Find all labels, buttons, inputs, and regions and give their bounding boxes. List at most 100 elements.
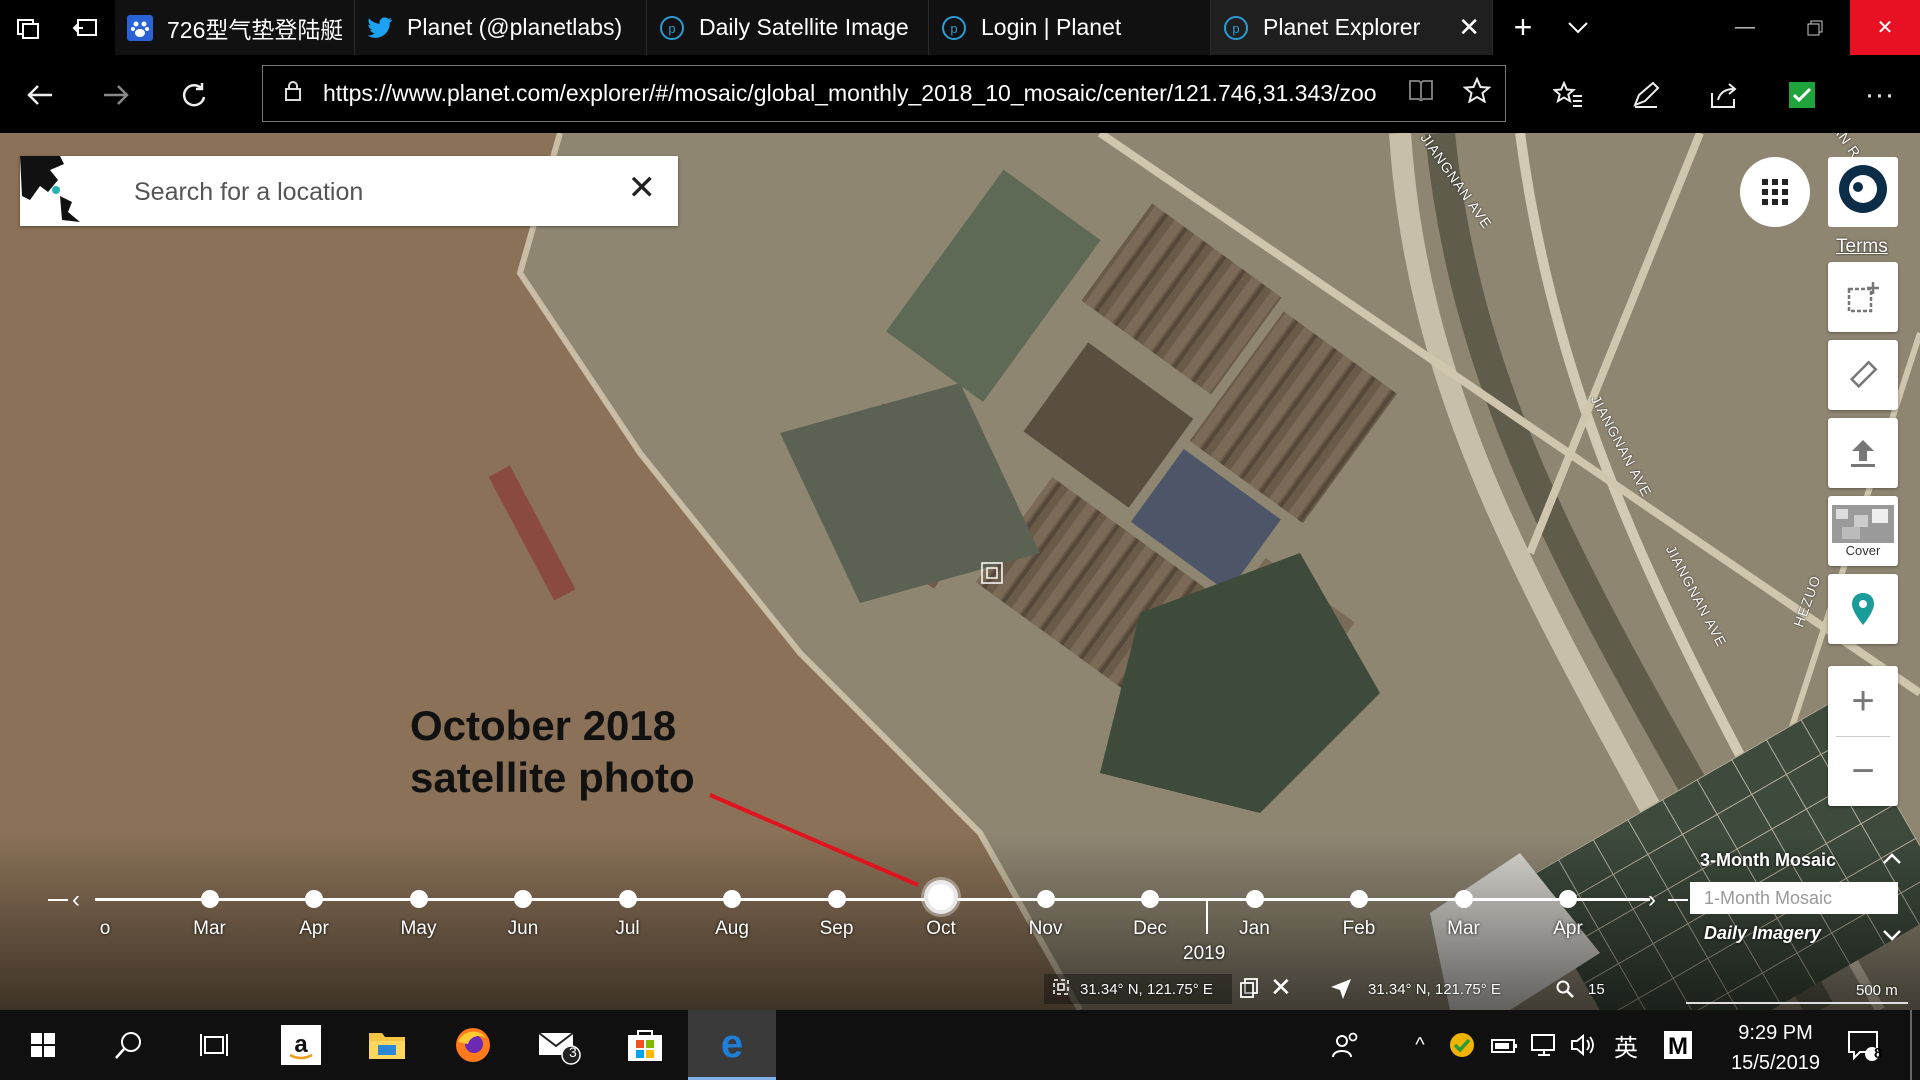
timeline-month-dot[interactable] bbox=[305, 890, 323, 908]
mail-icon[interactable]: 3 bbox=[516, 1010, 602, 1080]
search-icon[interactable] bbox=[86, 1010, 172, 1080]
daily-imagery-option[interactable]: Daily Imagery bbox=[1704, 923, 1821, 944]
add-area-button[interactable] bbox=[1828, 262, 1898, 332]
timeline-month-label[interactable]: Sep bbox=[797, 918, 877, 940]
timeline-prev-icon[interactable]: ‹ bbox=[72, 886, 80, 914]
battery-icon[interactable] bbox=[1484, 1010, 1524, 1080]
search-input[interactable] bbox=[132, 170, 616, 214]
close-tab-icon[interactable]: ✕ bbox=[1458, 12, 1480, 43]
tab-baidu[interactable]: 726型气垫登陆艇_百 bbox=[115, 0, 355, 55]
zoom-in-icon[interactable]: + bbox=[1828, 666, 1898, 736]
timeline-month-label[interactable]: Jun bbox=[483, 918, 563, 940]
task-view-icon[interactable] bbox=[172, 1010, 258, 1080]
reading-view-icon[interactable] bbox=[1393, 79, 1449, 108]
timeline-month-dot[interactable] bbox=[723, 890, 741, 908]
system-clock[interactable]: 9:29 PM 15/5/2019 bbox=[1731, 1018, 1820, 1078]
timeline-month-label[interactable]: Feb bbox=[1319, 918, 1399, 940]
action-center-icon[interactable]: 8 bbox=[1820, 1010, 1906, 1080]
favorites-list-icon[interactable] bbox=[1540, 67, 1595, 122]
tab-daily-satellite[interactable]: p Daily Satellite Image bbox=[647, 0, 929, 55]
timeline-month-label[interactable]: Jan bbox=[1215, 918, 1295, 940]
timeline-month-dot[interactable] bbox=[1454, 890, 1473, 908]
three-month-mosaic-option[interactable]: 3-Month Mosaic bbox=[1700, 850, 1836, 871]
timeline-month-dot[interactable] bbox=[1141, 890, 1159, 908]
twitter-icon bbox=[367, 15, 393, 41]
timeline-month-dot[interactable] bbox=[409, 890, 428, 908]
m-app-icon[interactable]: M bbox=[1656, 1010, 1700, 1080]
firefox-icon[interactable] bbox=[430, 1010, 516, 1080]
timeline-month-label[interactable]: Dec bbox=[1110, 918, 1190, 940]
refresh-icon[interactable] bbox=[166, 67, 221, 122]
timeline-month-dot[interactable] bbox=[1036, 890, 1055, 908]
timeline-month-label[interactable]: Aug bbox=[692, 918, 772, 940]
amazon-icon[interactable]: a bbox=[258, 1010, 344, 1080]
timeline-month-label[interactable]: o bbox=[65, 918, 145, 940]
terms-link[interactable]: Terms bbox=[1836, 236, 1888, 258]
share-icon[interactable] bbox=[1696, 67, 1751, 122]
new-tab-icon[interactable]: + bbox=[1493, 0, 1553, 55]
timeline-month-label[interactable]: Apr bbox=[274, 918, 354, 940]
copy-coords-icon[interactable] bbox=[1240, 978, 1258, 1003]
timeline-month-dot[interactable] bbox=[618, 890, 637, 908]
favorite-star-icon[interactable] bbox=[1449, 76, 1505, 110]
minimize-icon[interactable]: — bbox=[1710, 0, 1780, 55]
chevron-up-icon[interactable] bbox=[1882, 848, 1902, 871]
web-note-pen-icon[interactable] bbox=[1618, 67, 1673, 122]
timeline-month-label[interactable]: Nov bbox=[1006, 918, 1086, 940]
measure-button[interactable] bbox=[1828, 340, 1898, 410]
apps-grid-button[interactable] bbox=[1740, 157, 1810, 227]
file-explorer-icon[interactable] bbox=[344, 1010, 430, 1080]
restore-icon[interactable] bbox=[1780, 0, 1850, 55]
timeline-month-label[interactable]: Oct bbox=[901, 918, 981, 940]
address-bar[interactable]: https://www.planet.com/explorer/#/mosaic… bbox=[262, 65, 1506, 122]
zoom-controls: + − bbox=[1828, 666, 1898, 806]
clear-search-icon[interactable]: ✕ bbox=[628, 168, 657, 208]
one-month-mosaic-option[interactable]: 1-Month Mosaic bbox=[1690, 882, 1898, 914]
timeline-month-label[interactable]: May bbox=[379, 918, 459, 940]
world-map-thumbnail[interactable] bbox=[20, 156, 120, 226]
place-marker-button[interactable] bbox=[1828, 574, 1898, 644]
tab-preview-icon[interactable] bbox=[0, 0, 55, 55]
add-area-icon bbox=[1847, 282, 1879, 313]
avatar-icon bbox=[1839, 165, 1887, 213]
tab-list-chevron-icon[interactable] bbox=[1553, 0, 1603, 55]
tab-twitter-planet[interactable]: Planet (@planetlabs) bbox=[355, 0, 647, 55]
timeline-month-label[interactable]: Mar bbox=[170, 918, 250, 940]
zoom-out-icon[interactable]: − bbox=[1828, 737, 1898, 806]
ime-indicator[interactable]: 英 bbox=[1606, 1010, 1646, 1080]
url-text[interactable]: https://www.planet.com/explorer/#/mosaic… bbox=[323, 80, 1393, 107]
chevron-down-icon[interactable] bbox=[1882, 928, 1902, 946]
volume-icon[interactable] bbox=[1564, 1010, 1604, 1080]
people-icon[interactable] bbox=[1316, 1010, 1376, 1080]
satellite-map[interactable]: JIANGNAN AVE JIANGNAN AVE JIANGNAN AVE H… bbox=[0, 133, 1920, 1010]
timeline-month-label[interactable]: Apr bbox=[1528, 918, 1608, 940]
security-check-icon[interactable] bbox=[1440, 1010, 1484, 1080]
network-icon[interactable] bbox=[1524, 1010, 1564, 1080]
timeline-month-dot[interactable] bbox=[1245, 890, 1264, 908]
timeline-month-dot[interactable] bbox=[1350, 890, 1368, 908]
timeline-month-dot[interactable] bbox=[200, 890, 219, 908]
upload-button[interactable] bbox=[1828, 418, 1898, 488]
start-windows-icon[interactable] bbox=[0, 1010, 86, 1080]
show-hidden-icons-chevron[interactable]: ^ bbox=[1400, 1010, 1440, 1080]
extension-check-icon[interactable] bbox=[1774, 67, 1829, 122]
back-icon[interactable] bbox=[12, 67, 67, 122]
store-icon[interactable] bbox=[602, 1010, 688, 1080]
timeline-next-icon[interactable]: › bbox=[1648, 886, 1656, 914]
close-window-icon[interactable]: ✕ bbox=[1850, 0, 1920, 55]
timeline-month-label[interactable]: Mar bbox=[1424, 918, 1504, 940]
timeline-month-label[interactable]: Jul bbox=[588, 918, 668, 940]
timeline-month-dot[interactable] bbox=[1559, 890, 1577, 908]
close-coords-icon[interactable]: ✕ bbox=[1270, 972, 1292, 1003]
timeline-month-dot[interactable] bbox=[514, 890, 532, 908]
forward-icon[interactable] bbox=[88, 67, 143, 122]
tab-login-planet[interactable]: p Login | Planet bbox=[929, 0, 1211, 55]
set-aside-tabs-icon[interactable] bbox=[55, 0, 115, 55]
tab-planet-explorer[interactable]: p Planet Explorer ✕ bbox=[1211, 0, 1493, 55]
more-options-icon[interactable]: ··· bbox=[1852, 67, 1907, 122]
user-avatar[interactable] bbox=[1828, 157, 1898, 227]
edge-icon[interactable]: e bbox=[688, 1010, 776, 1080]
cloud-cover-button[interactable]: Cover bbox=[1828, 496, 1898, 566]
timeline-selected-month[interactable] bbox=[924, 880, 958, 914]
timeline-month-dot[interactable] bbox=[827, 890, 846, 908]
